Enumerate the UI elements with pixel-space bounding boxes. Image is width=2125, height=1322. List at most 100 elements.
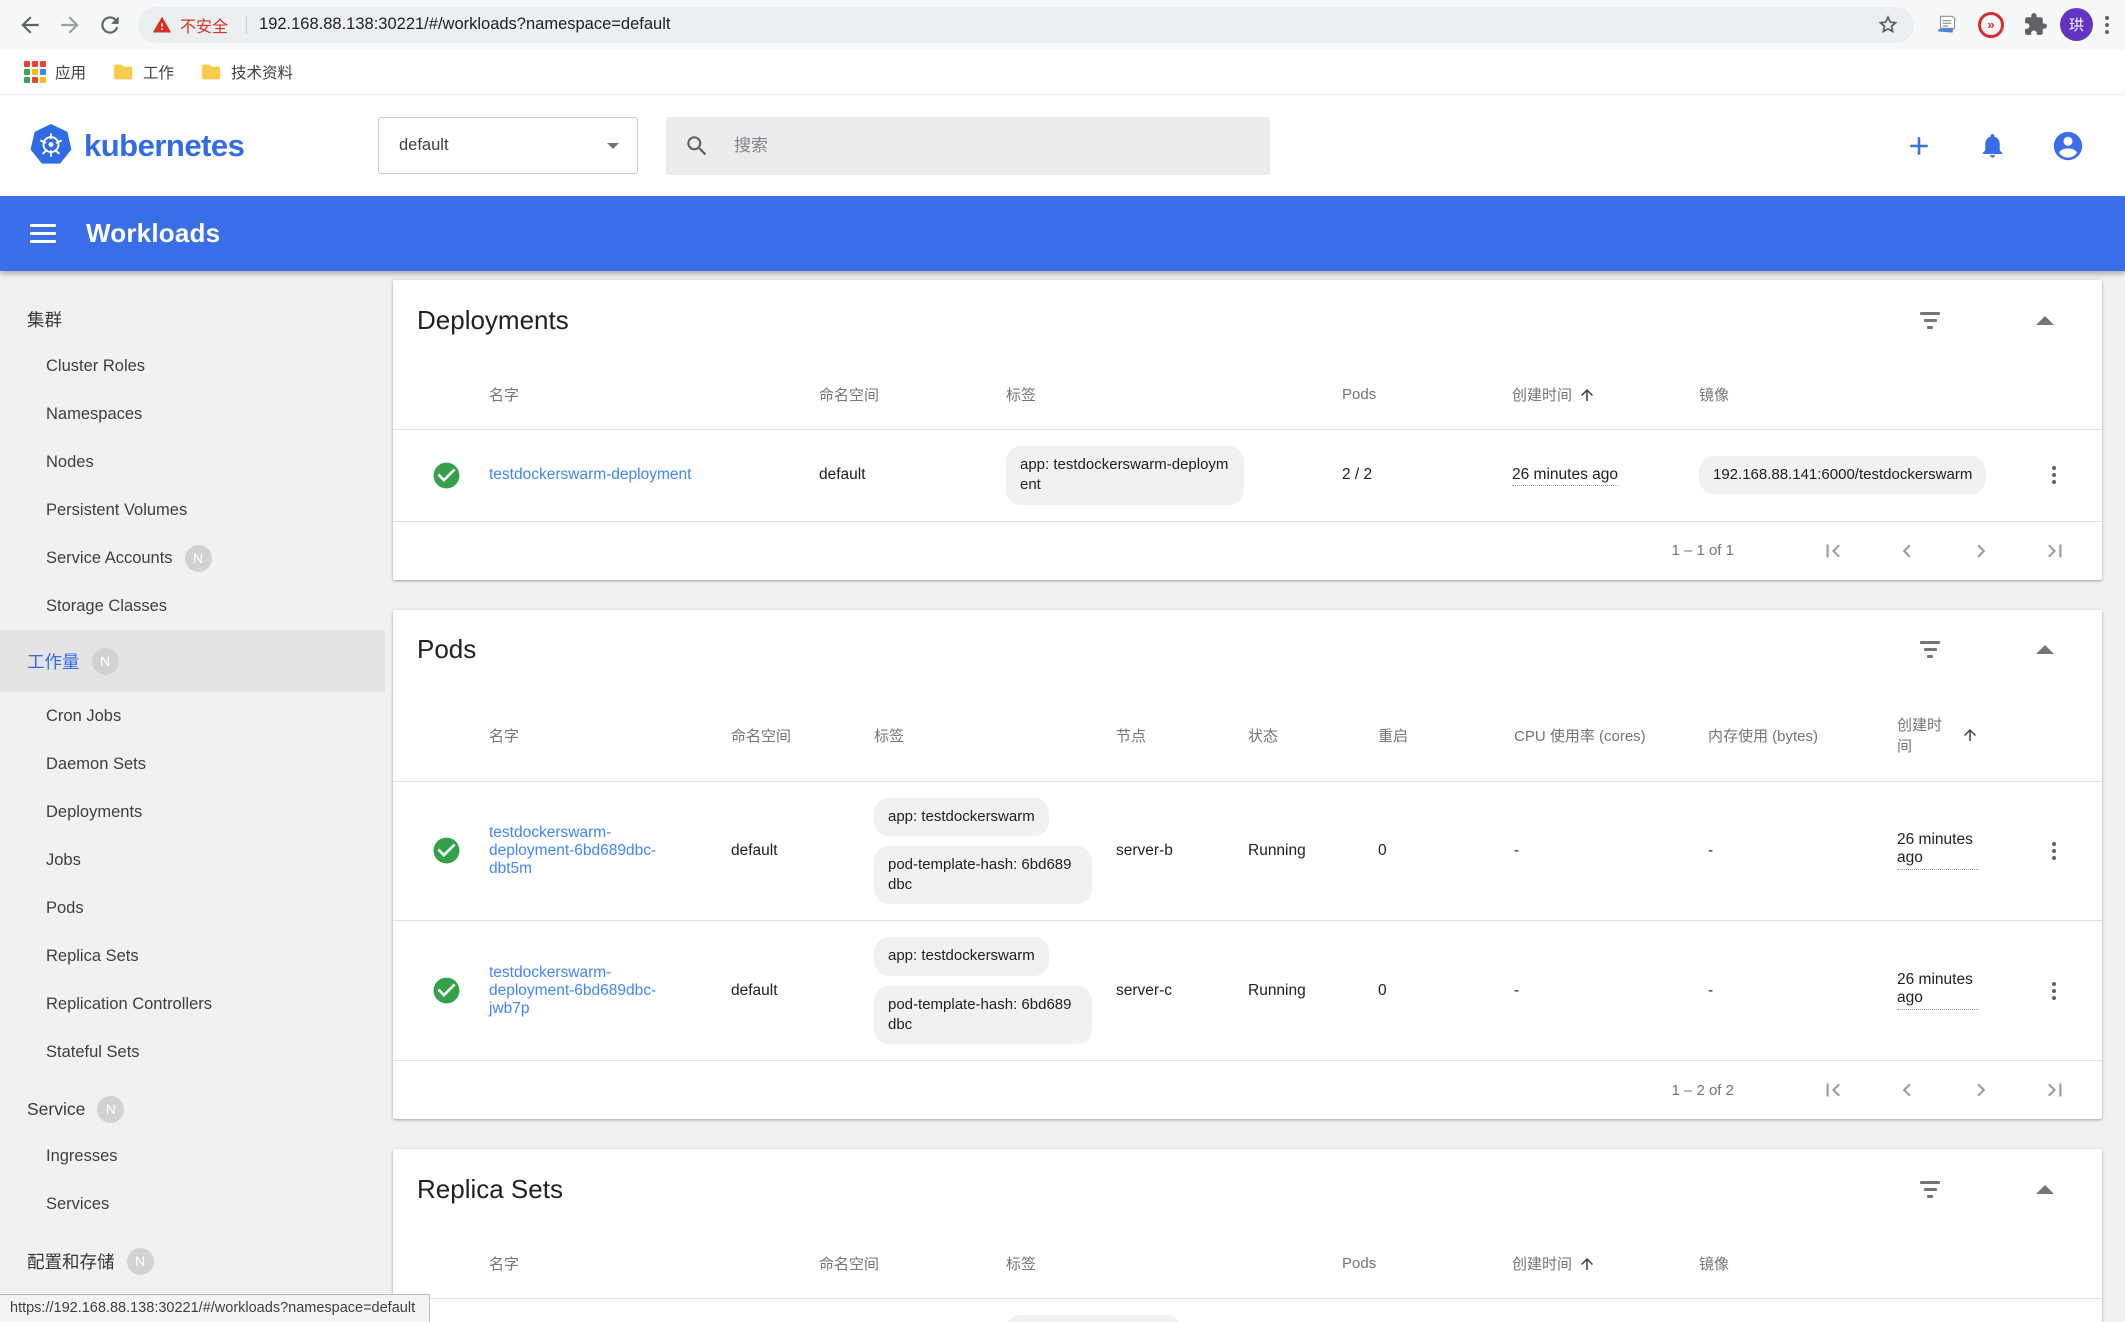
pods-card: Pods 名字 命名空间 标签 节点 状态 重启 CPU 使用率 (cores)…	[393, 610, 2102, 1120]
col-created[interactable]: 创建时间	[1897, 714, 2030, 756]
col-images[interactable]: 镜像	[1699, 1253, 2030, 1274]
sidebar-section-cluster[interactable]: 集群	[0, 296, 385, 342]
sidebar-item-replica-sets[interactable]: Replica Sets	[0, 932, 385, 980]
prev-page-icon[interactable]	[1894, 538, 1920, 564]
last-page-icon[interactable]	[2042, 1077, 2068, 1103]
col-name[interactable]: 名字	[473, 725, 731, 746]
col-status[interactable]: 状态	[1248, 725, 1378, 746]
col-name[interactable]: 名字	[473, 384, 819, 405]
more-vert-icon[interactable]	[2046, 976, 2062, 1006]
bookmark-label: 技术资料	[231, 61, 293, 83]
search-bar[interactable]	[666, 117, 1270, 175]
browser-toolbar: 不安全 192.168.88.138:30221/#/workloads?nam…	[0, 0, 2125, 49]
collapse-icon[interactable]	[2036, 1185, 2054, 1194]
col-labels[interactable]: 标签	[874, 725, 1116, 746]
menu-icon[interactable]	[30, 220, 56, 247]
sidebar-item-service-accounts[interactable]: Service AccountsN	[0, 534, 385, 582]
sidebar-item-storage-classes[interactable]: Storage Classes	[0, 582, 385, 630]
col-pods[interactable]: Pods	[1342, 1255, 1512, 1272]
filter-icon[interactable]	[1916, 308, 1944, 333]
notifications-bell-icon[interactable]	[1978, 131, 2007, 160]
last-page-icon[interactable]	[2042, 538, 2068, 564]
browser-profile-avatar[interactable]: 珙	[2060, 8, 2093, 41]
sidebar-item-jobs[interactable]: Jobs	[0, 836, 385, 884]
bookmark-folder-work[interactable]: 工作	[104, 57, 182, 87]
deployment-row: testdockerswarm-deployment default app: …	[393, 430, 2102, 522]
col-pods[interactable]: Pods	[1342, 386, 1512, 403]
first-page-icon[interactable]	[1820, 1077, 1846, 1103]
sidebar-item-stateful-sets[interactable]: Stateful Sets	[0, 1028, 385, 1076]
sidebar-section-workloads[interactable]: 工作量N	[0, 630, 385, 692]
col-restarts[interactable]: 重启	[1378, 725, 1514, 746]
pod-cpu: -	[1514, 826, 1708, 876]
sidebar-item-namespaces[interactable]: Namespaces	[0, 390, 385, 438]
pod-name-link[interactable]: testdockerswarm-deployment-6bd689dbc-dbt…	[489, 824, 664, 878]
account-icon[interactable]	[2051, 129, 2085, 163]
col-labels[interactable]: 标签	[1006, 1253, 1342, 1274]
deployments-title: Deployments	[417, 305, 569, 336]
namespace-selector[interactable]: default	[378, 117, 638, 174]
deployments-pagination: 1 – 1 of 1	[393, 522, 2102, 580]
more-vert-icon[interactable]	[2046, 836, 2062, 866]
pod-name-link[interactable]: testdockerswarm-deployment-6bd689dbc-jwb…	[489, 964, 664, 1018]
col-memory[interactable]: 内存使用 (bytes)	[1708, 725, 1897, 746]
back-icon[interactable]	[10, 5, 50, 45]
sidebar-item-cluster-roles[interactable]: Cluster Roles	[0, 342, 385, 390]
pod-restarts: 0	[1378, 826, 1514, 876]
filter-icon[interactable]	[1916, 1177, 1944, 1202]
col-namespace[interactable]: 命名空间	[731, 725, 874, 746]
sidebar-item-replication-controllers[interactable]: Replication Controllers	[0, 980, 385, 1028]
sidebar-section-service[interactable]: ServiceN	[0, 1086, 385, 1132]
sidebar-item-deployments[interactable]: Deployments	[0, 788, 385, 836]
sidebar-item-pods[interactable]: Pods	[0, 884, 385, 932]
folder-icon	[112, 61, 134, 83]
col-namespace[interactable]: 命名空间	[819, 1253, 1006, 1274]
sidebar-item-cron-jobs[interactable]: Cron Jobs	[0, 692, 385, 740]
pod-row: testdockerswarm-deployment-6bd689dbc-dbt…	[393, 782, 2102, 922]
sidebar-item-ingresses[interactable]: Ingresses	[0, 1132, 385, 1180]
security-warning-label[interactable]: 不安全	[180, 13, 228, 37]
pod-memory: -	[1708, 966, 1897, 1016]
col-created[interactable]: 创建时间	[1512, 1253, 1699, 1274]
col-images[interactable]: 镜像	[1699, 384, 2030, 405]
extensions-puzzle-icon[interactable]	[2016, 6, 2054, 44]
col-cpu[interactable]: CPU 使用率 (cores)	[1514, 725, 1708, 746]
notes-extension-icon[interactable]	[1928, 6, 1966, 44]
bookmark-star-icon[interactable]	[1876, 13, 1900, 37]
collapse-icon[interactable]	[2036, 316, 2054, 325]
url-text[interactable]: 192.168.88.138:30221/#/workloads?namespa…	[259, 15, 1876, 34]
reload-icon[interactable]	[90, 5, 130, 45]
filter-icon[interactable]	[1916, 637, 1944, 662]
pod-created: 26 minutes ago	[1897, 971, 1979, 1010]
first-page-icon[interactable]	[1820, 538, 1846, 564]
sidebar-section-config-storage[interactable]: 配置和存储N	[0, 1238, 385, 1284]
bookmark-folder-tech[interactable]: 技术资料	[192, 57, 301, 87]
collapse-icon[interactable]	[2036, 645, 2054, 654]
sidebar-item-daemon-sets[interactable]: Daemon Sets	[0, 740, 385, 788]
col-created[interactable]: 创建时间	[1512, 384, 1699, 405]
col-name[interactable]: 名字	[473, 1253, 819, 1274]
forward-icon[interactable]	[50, 5, 90, 45]
next-page-icon[interactable]	[1968, 538, 1994, 564]
search-input[interactable]	[734, 136, 1252, 156]
col-labels[interactable]: 标签	[1006, 384, 1342, 405]
col-namespace[interactable]: 命名空间	[819, 384, 1006, 405]
address-bar[interactable]: 不安全 192.168.88.138:30221/#/workloads?nam…	[138, 7, 1914, 43]
brand[interactable]: kubernetes	[28, 123, 378, 168]
next-page-icon[interactable]	[1968, 1077, 1994, 1103]
sidebar-item-persistent-volumes[interactable]: Persistent Volumes	[0, 486, 385, 534]
sidebar-item-services[interactable]: Services	[0, 1180, 385, 1228]
video-speed-extension-icon[interactable]: »	[1972, 6, 2010, 44]
page-title: Workloads	[86, 218, 220, 249]
sort-arrow-icon	[1961, 726, 1979, 744]
create-plus-icon[interactable]	[1904, 131, 1934, 161]
browser-menu-icon[interactable]	[2099, 10, 2115, 40]
pod-node: server-c	[1116, 966, 1248, 1016]
prev-page-icon[interactable]	[1894, 1077, 1920, 1103]
deployment-name-link[interactable]: testdockerswarm-deployment	[489, 466, 691, 484]
sidebar-item-nodes[interactable]: Nodes	[0, 438, 385, 486]
more-vert-icon[interactable]	[2046, 460, 2062, 490]
bookmark-apps[interactable]: 应用	[16, 57, 94, 87]
apps-grid-icon	[24, 61, 46, 83]
col-node[interactable]: 节点	[1116, 725, 1248, 746]
